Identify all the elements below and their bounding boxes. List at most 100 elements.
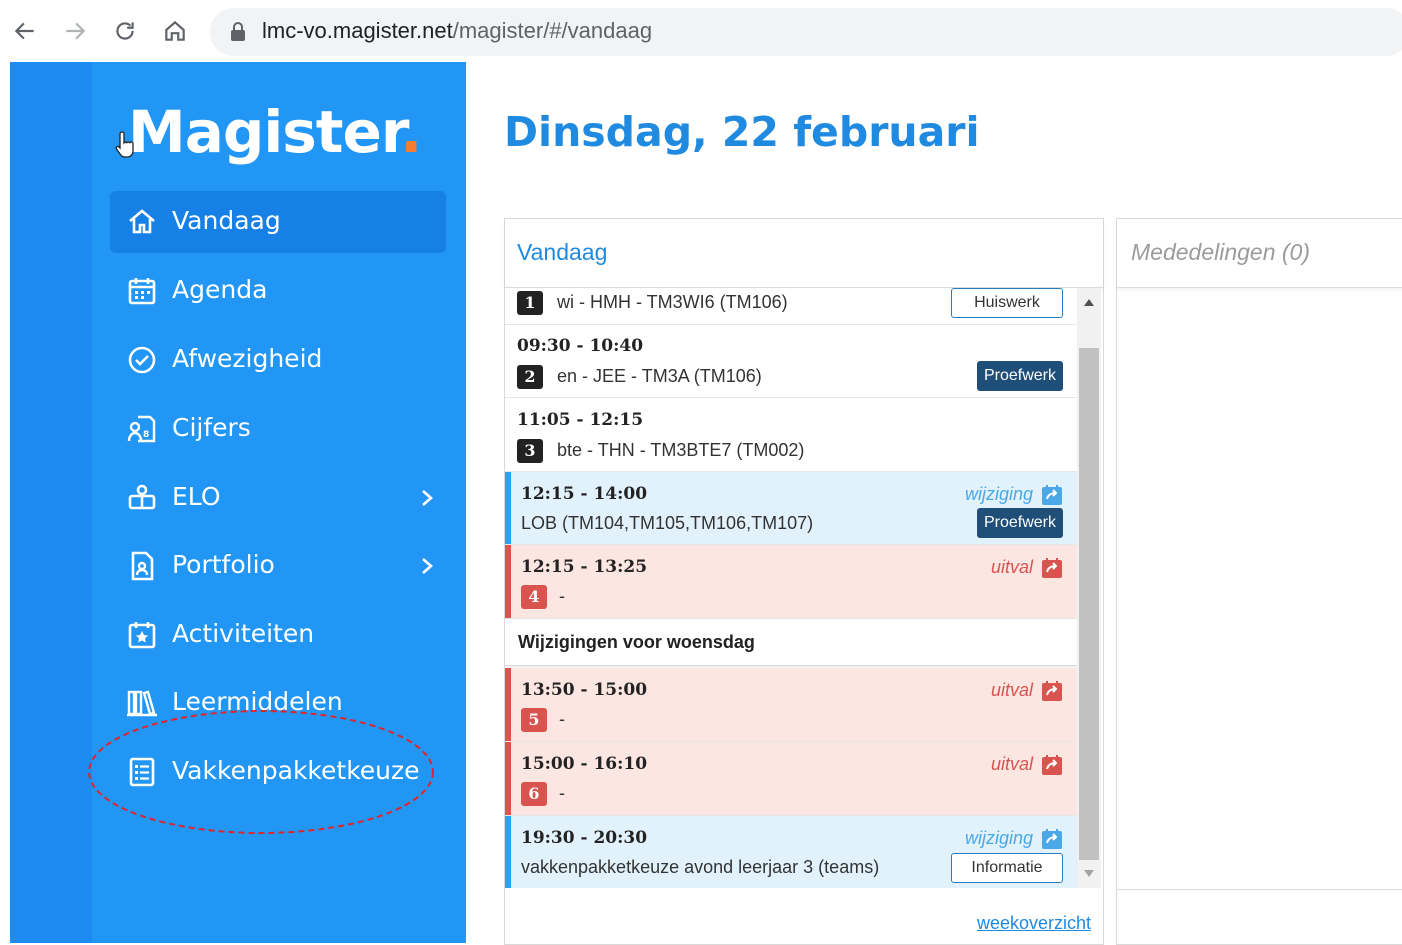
announcements-panel-title: Mededelingen (0) bbox=[1131, 239, 1311, 265]
schedule-list[interactable]: 1 wi - HMH - TM3WI6 (TM106) Huiswerk 09:… bbox=[505, 288, 1077, 888]
svg-text:8: 8 bbox=[143, 430, 149, 440]
sidebar-item-vandaag[interactable]: Vandaag bbox=[110, 191, 446, 253]
lesson-description: vakkenpakketkeuze avond leerjaar 3 (team… bbox=[521, 857, 880, 877]
calendar-cancel-icon bbox=[1042, 558, 1062, 578]
list-item[interactable]: 19:30 - 20:30 vakkenpakketkeuze avond le… bbox=[505, 816, 1077, 888]
arrow-left-icon bbox=[14, 22, 34, 40]
lesson-time: 09:30 - 10:40 bbox=[517, 336, 644, 356]
url-text: lmc-vo.magister.net/magister/#/vandaag bbox=[262, 18, 652, 44]
today-panel: Vandaag 1 wi - HMH - TM3WI6 (TM106) Huis… bbox=[504, 218, 1104, 945]
section-header: Wijzigingen voor woensdag bbox=[505, 619, 1077, 666]
huiswerk-button[interactable]: Huiswerk bbox=[951, 288, 1063, 318]
sidebar-item-label: Cijfers bbox=[172, 413, 251, 442]
url-host: lmc-vo.magister.net bbox=[262, 18, 453, 43]
list-item[interactable]: 12:15 - 13:25 4 - uitval bbox=[505, 545, 1077, 619]
home-button[interactable] bbox=[160, 16, 190, 46]
lesson-number: 3 bbox=[517, 439, 543, 463]
today-panel-title: Vandaag bbox=[517, 239, 608, 265]
forward-button[interactable] bbox=[60, 16, 90, 46]
lesson-time: 15:00 - 16:10 bbox=[521, 754, 648, 774]
browser-home-icon bbox=[165, 20, 185, 41]
calendar-cancel-icon bbox=[1042, 681, 1062, 701]
sidebar-item-label: Agenda bbox=[172, 275, 268, 304]
lesson-time: 11:05 - 12:15 bbox=[517, 410, 644, 430]
lesson-time: 19:30 - 20:30 bbox=[521, 828, 648, 848]
announcements-panel-header: Mededelingen (0) bbox=[1117, 219, 1402, 288]
logo-text: Magister bbox=[128, 98, 401, 166]
activity-calendar-icon bbox=[128, 622, 156, 649]
lesson-description: - bbox=[559, 709, 565, 729]
page-title: Dinsdag, 22 februari bbox=[504, 108, 980, 156]
calendar-change-icon bbox=[1042, 829, 1062, 849]
hand-cursor-icon bbox=[115, 131, 134, 158]
sidebar-item-label: Vandaag bbox=[172, 206, 281, 235]
sidebar-item-label: Afwezigheid bbox=[172, 344, 323, 373]
lesson-number: 1 bbox=[517, 291, 543, 315]
change-status: wijziging bbox=[964, 484, 1033, 504]
sidebar-item-label: Activiteiten bbox=[172, 619, 315, 648]
scroll-down-arrow-icon[interactable] bbox=[1084, 870, 1094, 878]
lesson-time: 12:15 - 14:00 bbox=[521, 484, 648, 504]
browser-toolbar: lmc-vo.magister.net/magister/#/vandaag bbox=[0, 0, 1402, 62]
list-item[interactable]: 11:05 - 12:15 3 bte - THN - TM3BTE7 (TM0… bbox=[505, 398, 1077, 472]
grades-icon: 8 bbox=[127, 415, 156, 443]
sidebar-item-portfolio[interactable]: Portfolio bbox=[110, 535, 446, 597]
magister-logo[interactable]: Magister. bbox=[128, 98, 422, 166]
scrollbar[interactable] bbox=[1077, 288, 1101, 888]
lesson-description: - bbox=[559, 586, 565, 606]
lesson-number: 2 bbox=[517, 365, 543, 389]
list-item[interactable]: 13:50 - 15:00 5 - uitval bbox=[505, 668, 1077, 742]
highlight-ellipse bbox=[88, 710, 434, 834]
chevron-right-icon bbox=[422, 490, 433, 506]
list-item[interactable]: 09:30 - 10:40 2 en - JEE - TM3A (TM106) … bbox=[505, 325, 1077, 398]
change-status: wijziging bbox=[964, 828, 1033, 848]
lesson-description: en - JEE - TM3A (TM106) bbox=[557, 366, 762, 386]
informatie-button[interactable]: Informatie bbox=[951, 853, 1063, 883]
calendar-icon bbox=[128, 278, 156, 305]
sidebar-item-activiteiten[interactable]: Activiteiten bbox=[110, 604, 446, 666]
calendar-cancel-icon bbox=[1042, 755, 1062, 775]
cancel-status: uitval bbox=[990, 680, 1033, 700]
lesson-description: LOB (TM104,TM105,TM106,TM107) bbox=[521, 513, 814, 533]
today-panel-header: Vandaag bbox=[505, 219, 1103, 288]
reload-button[interactable] bbox=[110, 16, 140, 46]
cancel-status: uitval bbox=[990, 754, 1033, 774]
proefwerk-badge[interactable]: Proefwerk bbox=[977, 361, 1063, 391]
scroll-thumb[interactable] bbox=[1079, 348, 1099, 860]
cancel-status: uitval bbox=[990, 557, 1033, 577]
sidebar-item-label: ELO bbox=[172, 482, 221, 511]
lesson-description: - bbox=[559, 783, 565, 803]
lock-icon bbox=[231, 22, 245, 41]
reload-icon bbox=[116, 22, 134, 40]
scroll-up-arrow-icon[interactable] bbox=[1084, 298, 1094, 306]
portfolio-icon bbox=[131, 551, 154, 581]
weekoverzicht-link[interactable]: weekoverzicht bbox=[977, 913, 1091, 934]
lesson-description: wi - HMH - TM3WI6 (TM106) bbox=[557, 292, 788, 312]
list-item[interactable]: 1 wi - HMH - TM3WI6 (TM106) Huiswerk bbox=[505, 288, 1077, 325]
list-item[interactable]: 15:00 - 16:10 6 - uitval bbox=[505, 742, 1077, 816]
home-icon bbox=[129, 209, 155, 234]
proefwerk-badge[interactable]: Proefwerk bbox=[977, 508, 1063, 538]
calendar-change-icon bbox=[1042, 485, 1062, 505]
section-label: Wijzigingen voor woensdag bbox=[518, 632, 755, 652]
arrow-right-icon bbox=[66, 22, 86, 40]
sidebar-item-label: Portfolio bbox=[172, 550, 275, 579]
chevron-right-icon bbox=[422, 558, 433, 574]
check-circle-icon bbox=[128, 346, 156, 374]
lesson-number: 5 bbox=[521, 708, 547, 732]
sidebar-item-elo[interactable]: ELO bbox=[110, 467, 446, 529]
panel-divider bbox=[1117, 889, 1402, 890]
elo-icon bbox=[128, 484, 156, 510]
sidebar-item-afwezigheid[interactable]: Afwezigheid bbox=[110, 329, 446, 391]
logo-dot: . bbox=[400, 98, 422, 166]
lesson-number: 4 bbox=[521, 585, 547, 609]
sidebar-item-cijfers[interactable]: 8 Cijfers bbox=[110, 398, 446, 460]
left-strip bbox=[10, 62, 92, 943]
lesson-time: 12:15 - 13:25 bbox=[521, 557, 648, 577]
sidebar-item-agenda[interactable]: Agenda bbox=[110, 260, 446, 322]
back-button[interactable] bbox=[10, 16, 40, 46]
address-bar[interactable]: lmc-vo.magister.net/magister/#/vandaag bbox=[210, 8, 1402, 56]
list-item[interactable]: 12:15 - 14:00 LOB (TM104,TM105,TM106,TM1… bbox=[505, 472, 1077, 545]
lesson-number: 6 bbox=[521, 782, 547, 806]
announcements-panel: Mededelingen (0) bbox=[1116, 218, 1402, 945]
